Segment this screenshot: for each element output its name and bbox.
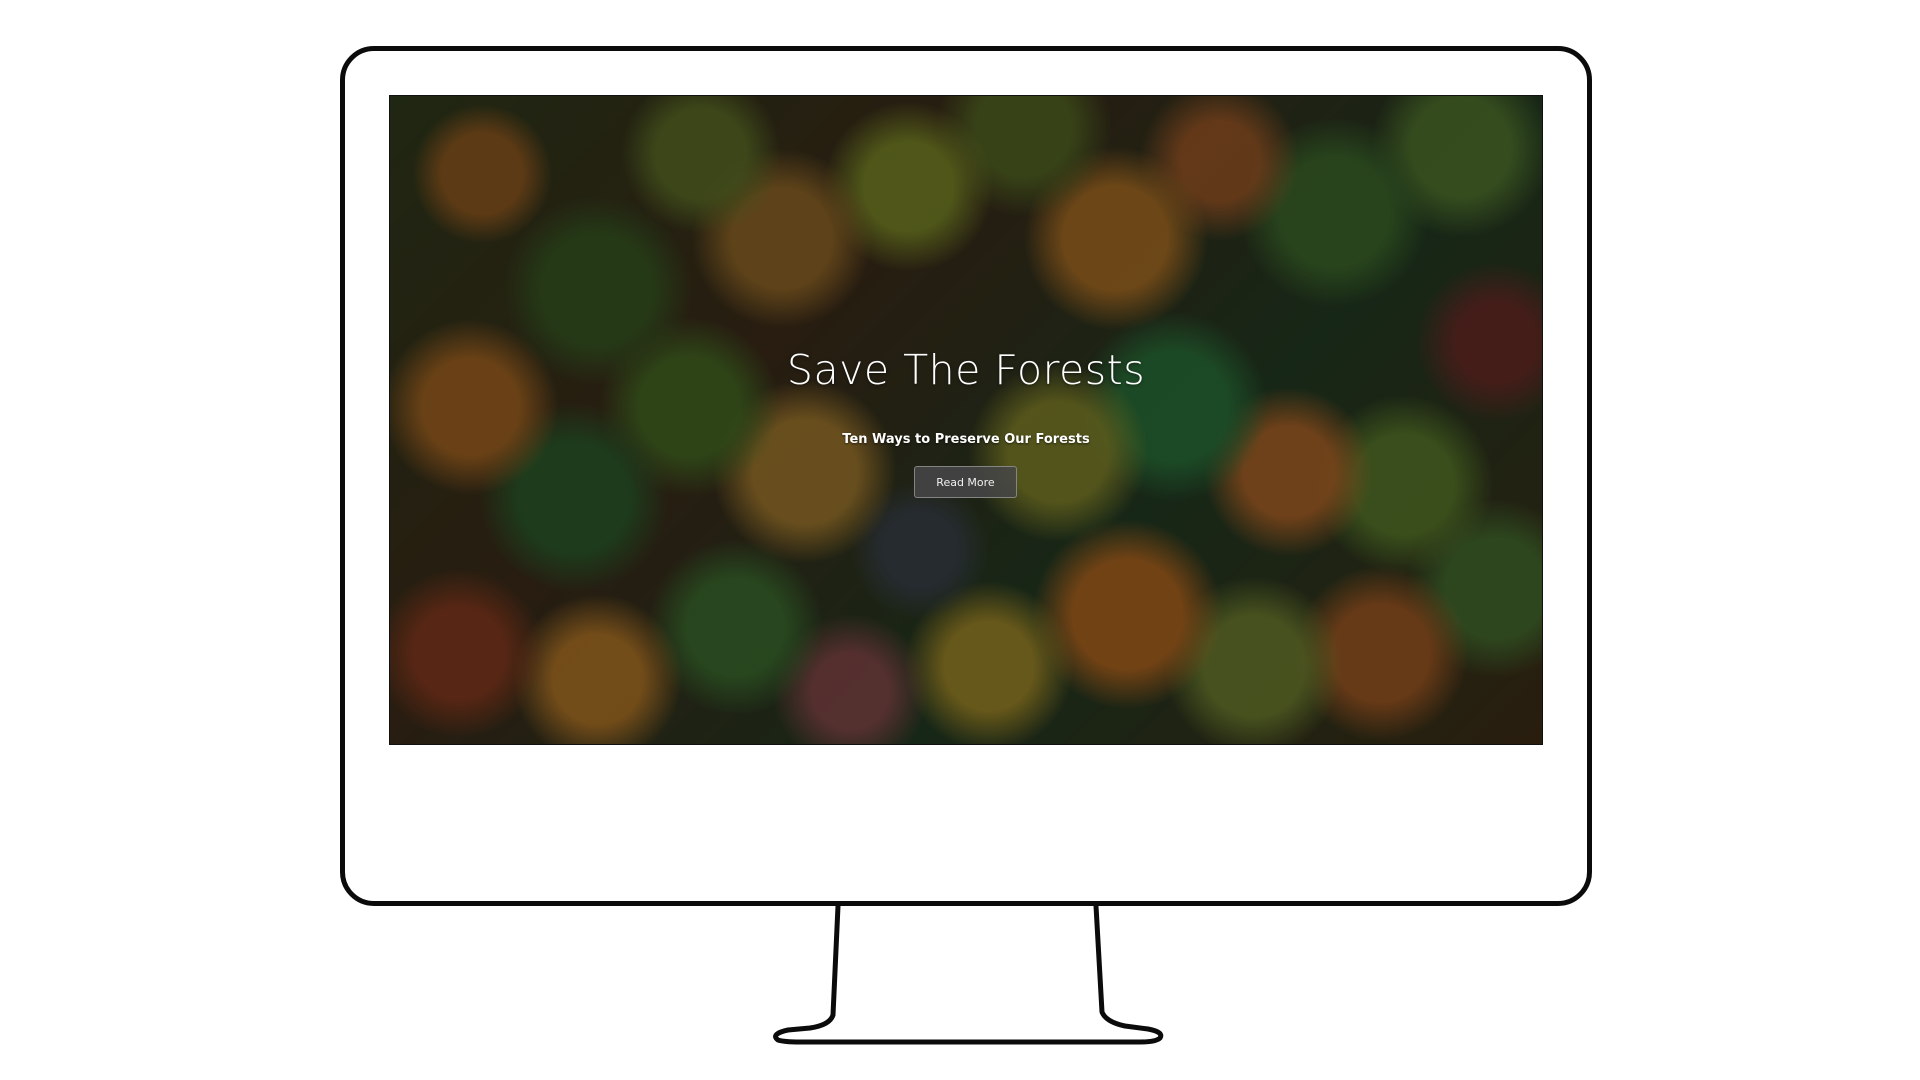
screen-hero-image: Save The Forests Ten Ways to Preserve Ou… [389, 95, 1543, 745]
read-more-button[interactable]: Read More [914, 466, 1017, 498]
hero-title: Save The Forests [786, 346, 1146, 394]
illustration-stage: Save The Forests Ten Ways to Preserve Ou… [0, 0, 1920, 1080]
hero-section: Save The Forests Ten Ways to Preserve Ou… [390, 96, 1542, 744]
hero-subtitle: Ten Ways to Preserve Our Forests [842, 432, 1090, 447]
